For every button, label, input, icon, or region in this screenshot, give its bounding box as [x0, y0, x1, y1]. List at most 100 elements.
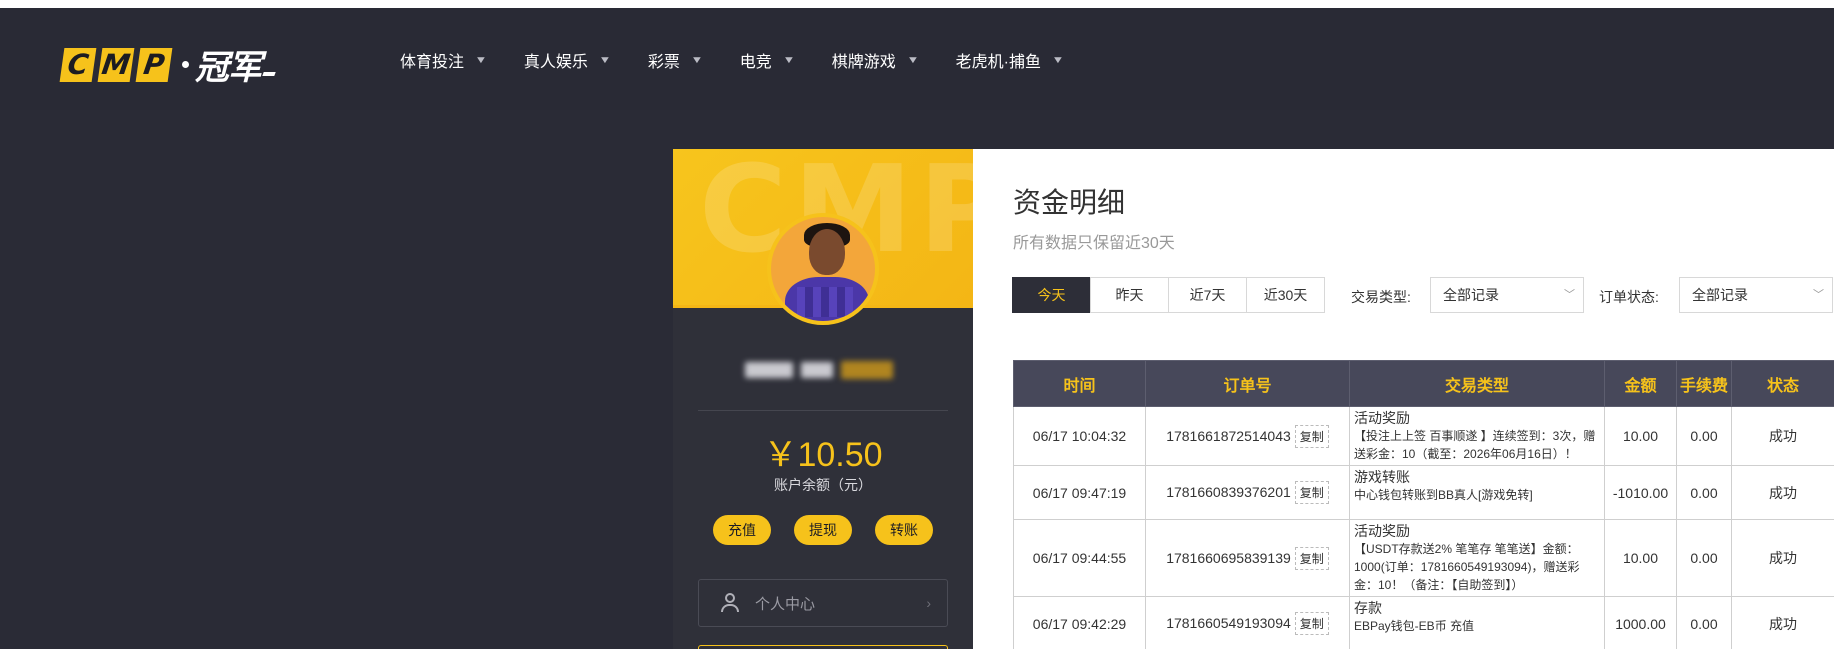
transaction-type-select[interactable]: 全部记录 ﹀: [1430, 277, 1584, 313]
tab-last-30-days[interactable]: 近30天: [1246, 277, 1325, 313]
cell-type: 存款 EBPay钱包-EB币 充值: [1349, 596, 1605, 649]
cell-order: 1781660549193094 复制: [1145, 596, 1350, 649]
logo-letter: M: [97, 47, 135, 82]
transaction-type-label: 交易类型:: [1351, 289, 1411, 305]
cell-type: 活动奖励【USDT存款送2% 笔笔存 笔笔送】金额：1000(订单：178166…: [1349, 519, 1605, 597]
cell-time: 06/17 09:47:19: [1013, 465, 1146, 520]
cell-status: 成功: [1731, 596, 1834, 649]
tab-yesterday[interactable]: 昨天: [1090, 277, 1169, 313]
column-header-type: 交易类型: [1349, 360, 1605, 407]
column-header-order: 订单号: [1145, 360, 1350, 407]
type-title: 活动奖励: [1354, 523, 1410, 539]
chevron-down-icon: ▼: [474, 54, 488, 66]
cell-time: 06/17 09:42:29: [1013, 596, 1146, 649]
divider: [698, 410, 948, 411]
copy-button[interactable]: 复制: [1294, 612, 1329, 635]
nav-item-slots-fishing[interactable]: 老虎机·捕鱼 ▼: [955, 48, 1065, 72]
nav-item-esports[interactable]: 电竞 ▼: [739, 48, 796, 72]
avatar-head: [809, 229, 845, 275]
tab-today[interactable]: 今天: [1012, 277, 1091, 313]
chevron-right-icon: ›: [926, 595, 931, 611]
tab-last-7-days[interactable]: 近7天: [1168, 277, 1247, 313]
nav-label: 真人娱乐: [523, 54, 588, 71]
withdraw-button[interactable]: 提现: [794, 515, 852, 545]
type-description: 【USDT存款送2% 笔笔存 笔笔送】金额：1000(订单：1781660549…: [1354, 542, 1580, 592]
fund-details-panel: 资金明细 所有数据只保留近30天 今天 昨天 近7天 近30天 交易类型: 全部…: [973, 149, 1834, 649]
top-header: C M P 冠军 体育投注 ▼ 真人娱乐 ▼ 彩票 ▼ 电竞 ▼ 棋牌游戏 ▼ …: [0, 8, 1834, 110]
redacted-name: [745, 362, 793, 378]
cell-fee: 0.00: [1676, 465, 1732, 520]
top-strip: [0, 0, 1834, 8]
balance-label: 账户余额（元）: [774, 477, 872, 493]
transfer-button[interactable]: 转账: [875, 515, 933, 545]
cell-type: 游戏转账中心钱包转账到BB真人[游戏免转]: [1349, 465, 1605, 520]
page-subtitle: 所有数据只保留近30天: [1013, 235, 1175, 252]
table-row: 06/17 10:04:32 1781661872514043 复制 活动奖励【投…: [1013, 406, 1834, 466]
cell-amount: 10.00: [1604, 519, 1677, 597]
chevron-down-icon: ▼: [906, 54, 920, 66]
table-row: 06/17 09:47:19 1781660839376201 复制 游戏转账中心…: [1013, 465, 1834, 520]
wallet-actions: 充值 提现 转账: [713, 515, 933, 545]
redacted-name: [801, 362, 833, 378]
type-description: 中心钱包转账到BB真人[游戏免转]: [1354, 488, 1533, 502]
cell-amount: -1010.00: [1604, 465, 1677, 520]
chevron-down-icon: ▼: [1051, 54, 1065, 66]
type-title: 活动奖励: [1354, 410, 1410, 426]
avatar[interactable]: [767, 213, 879, 325]
menu-item-next[interactable]: [698, 645, 948, 649]
copy-button[interactable]: 复制: [1294, 481, 1329, 504]
logo-letter: P: [135, 47, 173, 82]
cell-type: 活动奖励【投注上上签 百事顺遂 】连续签到：3次，赠送彩金：10（截至：2026…: [1349, 406, 1605, 466]
deposit-button[interactable]: 充值: [713, 515, 771, 545]
chevron-down-icon: ▼: [782, 54, 796, 66]
cell-amount: 1000.00: [1604, 596, 1677, 649]
order-status-select[interactable]: 全部记录 ﹀: [1679, 277, 1833, 313]
logo-text: 冠军: [195, 48, 262, 88]
column-header-status: 状态: [1731, 360, 1834, 407]
column-header-amount: 金额: [1604, 360, 1677, 407]
logo-dash: [262, 71, 276, 76]
cell-amount: 10.00: [1604, 406, 1677, 466]
type-description: 【投注上上签 百事顺遂 】连续签到：3次，赠送彩金：10（截至：2026年06月…: [1354, 429, 1596, 461]
chevron-down-icon: ﹀: [1564, 289, 1575, 301]
cell-status: 成功: [1731, 465, 1834, 520]
nav-label: 电竞: [739, 54, 772, 71]
redacted-vip-badge: [841, 361, 893, 379]
cell-fee: 0.00: [1676, 519, 1732, 597]
username-redacted: [745, 361, 893, 379]
menu-label: 个人中心: [755, 595, 816, 613]
order-number: 1781660549193094: [1166, 615, 1291, 631]
avatar-pixelation: [797, 287, 853, 317]
nav-item-lottery[interactable]: 彩票 ▼: [648, 48, 704, 72]
menu-item-profile[interactable]: 个人中心 ›: [698, 579, 948, 627]
cell-fee: 0.00: [1676, 596, 1732, 649]
copy-button[interactable]: 复制: [1294, 546, 1329, 570]
chevron-down-icon: ▼: [690, 54, 704, 66]
date-range-tabs: 今天 昨天 近7天 近30天: [1012, 277, 1325, 313]
logo-dot: [182, 61, 189, 68]
nav-item-sports[interactable]: 体育投注 ▼: [400, 48, 488, 72]
cell-time: 06/17 09:44:55: [1013, 519, 1146, 597]
nav-label: 老虎机·捕鱼: [955, 54, 1041, 71]
balance-amount: ￥10.50: [763, 436, 883, 474]
type-title: 游戏转账: [1354, 469, 1410, 485]
table-row: 06/17 09:44:55 1781660695839139 复制 活动奖励【U…: [1013, 519, 1834, 597]
select-value: 全部记录: [1692, 287, 1748, 303]
cell-order: 1781660839376201 复制: [1145, 465, 1350, 520]
type-description: EBPay钱包-EB币 充值: [1354, 619, 1475, 633]
column-header-fee: 手续费: [1676, 360, 1732, 407]
copy-button[interactable]: 复制: [1294, 424, 1329, 448]
logo[interactable]: C M P 冠军: [59, 40, 276, 89]
chevron-down-icon: ▼: [598, 54, 612, 66]
cell-time: 06/17 10:04:32: [1013, 406, 1146, 466]
cell-status: 成功: [1731, 519, 1834, 597]
cell-order: 1781661872514043 复制: [1145, 406, 1350, 466]
table-row: 06/17 09:42:29 1781660549193094 复制 存款 EBPa…: [1013, 596, 1834, 649]
order-number: 1781661872514043: [1166, 427, 1291, 444]
table-header-row: 时间 订单号 交易类型 金额 手续费 状态: [1013, 360, 1834, 407]
cell-order: 1781660695839139 复制: [1145, 519, 1350, 597]
nav-item-live-casino[interactable]: 真人娱乐 ▼: [523, 48, 612, 72]
nav-item-card-games[interactable]: 棋牌游戏 ▼: [832, 48, 920, 72]
order-number: 1781660695839139: [1166, 549, 1291, 566]
logo-letter: C: [59, 47, 97, 82]
